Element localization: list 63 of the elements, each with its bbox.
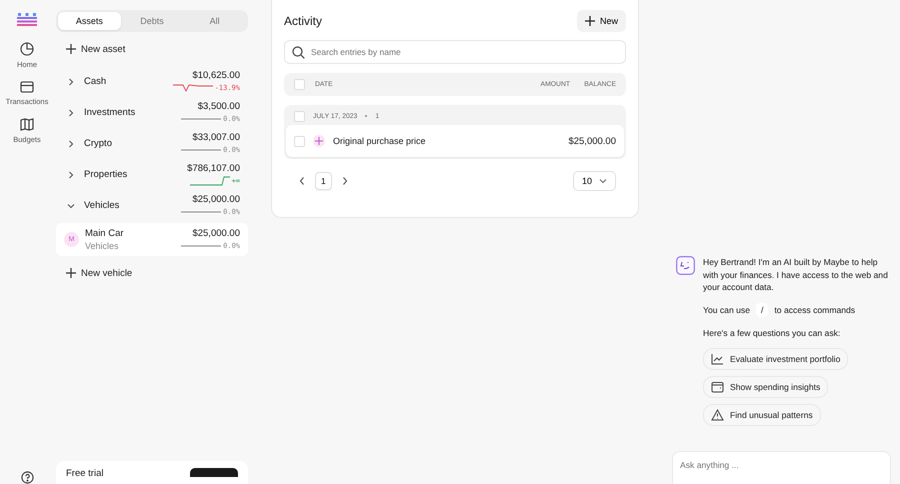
previous-page-icon[interactable] — [298, 176, 306, 186]
page-button[interactable]: 1 — [315, 172, 332, 190]
activity-title: Activity — [284, 14, 322, 28]
suggestion-button[interactable]: Find unusual patterns — [703, 404, 821, 426]
map-icon — [20, 118, 34, 131]
line-chart-icon — [711, 353, 724, 365]
balance-amount: $25,000.00 — [192, 228, 240, 239]
group-checkbox[interactable] — [294, 110, 305, 122]
wallet-icon — [711, 381, 724, 393]
suggestion-button[interactable]: Evaluate investment portfolio — [703, 348, 848, 370]
entry-name: Original purchase price — [333, 136, 427, 146]
chevron-icon[interactable] — [66, 76, 76, 86]
new-asset-button[interactable]: New asset — [56, 36, 136, 62]
account-group-name[interactable]: Cash — [84, 76, 173, 87]
plus-icon — [313, 135, 325, 147]
tab[interactable]: Assets — [58, 12, 121, 30]
credit-card-icon — [20, 81, 34, 93]
balance-amount: $25,000.00 — [192, 194, 240, 205]
next-page-icon[interactable] — [340, 176, 349, 186]
account-group-name[interactable]: Crypto — [84, 138, 182, 149]
entry-checkbox[interactable] — [294, 136, 305, 146]
questions-heading: Here's a few questions you can ask: — [703, 326, 840, 339]
account-name: Main Car — [85, 228, 125, 239]
balance-amount: $786,107.00 — [187, 163, 240, 174]
help-icon[interactable] — [20, 471, 34, 484]
tab[interactable]: Debts — [120, 12, 184, 30]
assistant-message: Hey Bertrand! I'm an AI built by Maybe to help with your finances. I have access to the web and your account data. — [703, 256, 889, 294]
chevron-icon[interactable] — [66, 138, 76, 148]
assistant-avatar-icon — [676, 256, 695, 276]
account-type: Vehicles — [85, 241, 120, 251]
select-all-checkbox[interactable] — [294, 79, 305, 90]
new-vehicle-button[interactable]: New vehicle — [56, 260, 142, 286]
chevron-icon[interactable] — [66, 170, 76, 180]
upgrade-button[interactable] — [190, 468, 238, 477]
tab[interactable]: All — [183, 12, 246, 30]
warning-icon — [711, 409, 724, 421]
balance-amount: $33,007.00 — [192, 132, 240, 143]
new-entry-button[interactable]: New — [576, 10, 626, 32]
command-hint-text: You can use — [703, 304, 750, 315]
account-group-name[interactable]: Properties — [84, 169, 188, 180]
command-hint-text: to access commands — [774, 304, 856, 315]
pie-chart-icon — [20, 42, 34, 56]
entry-row[interactable]: Original purchase price $25,000.00 — [286, 125, 624, 157]
per-page-select[interactable]: 10 — [572, 171, 616, 191]
chevron-down-icon — [599, 178, 607, 184]
chat-input[interactable]: Ask anything ... — [672, 451, 891, 484]
account-group-name[interactable]: Vehicles — [84, 200, 182, 211]
sparkline-drawing — [172, 83, 213, 93]
search-field[interactable]: Search entries by name — [284, 40, 626, 64]
balance-amount: $10,625.00 — [192, 70, 240, 81]
entry-amount: $25,000.00 — [568, 136, 616, 146]
plus-icon — [584, 16, 595, 26]
logo-icon[interactable] — [17, 12, 37, 26]
balance-amount: $3,500.00 — [198, 101, 240, 112]
plus-icon — [66, 268, 76, 278]
suggestion-button[interactable]: Show spending insights — [703, 376, 828, 398]
plus-icon — [66, 44, 76, 54]
chevron-icon[interactable] — [66, 108, 76, 118]
free-trial-title: Free trial — [66, 468, 104, 479]
command-key: / — [756, 302, 768, 317]
separator-dot — [365, 115, 368, 117]
sparkline-drawing — [190, 176, 230, 186]
account-group-name[interactable]: Investments — [84, 107, 182, 118]
